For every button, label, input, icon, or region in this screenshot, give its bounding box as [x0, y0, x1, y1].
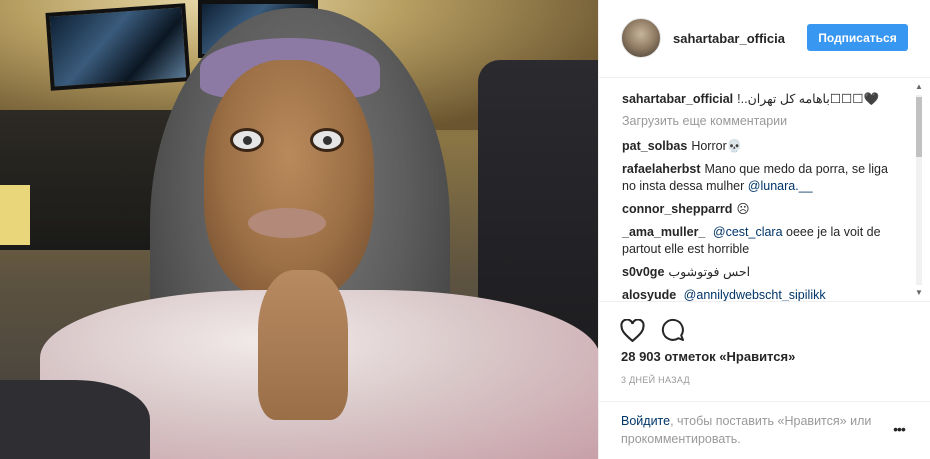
comment-username[interactable]: connor_shepparrd: [622, 202, 732, 216]
post-sidebar: sahartabar_officia Подписаться sahartaba…: [598, 0, 930, 459]
likes-count[interactable]: 28 903 отметок «Нравится»: [621, 349, 795, 364]
comment-item: pat_solbas Horror💀: [622, 138, 898, 155]
comment-text: Horror💀: [691, 139, 743, 153]
comment-username[interactable]: pat_solbas: [622, 139, 687, 153]
comment-item: rafaelaherbst Mano que medo da porra, se …: [622, 161, 898, 195]
photo-eye: [310, 128, 344, 152]
comment-bubble-icon-svg: [661, 318, 684, 341]
scroll-up-arrow-icon[interactable]: ▲: [915, 83, 923, 91]
login-link[interactable]: Войдите: [621, 414, 670, 428]
post-timestamp[interactable]: 3 ДНЕЙ НАЗАД: [621, 375, 690, 385]
comment-username[interactable]: _ama_muller_: [622, 225, 705, 239]
post-photo[interactable]: [0, 0, 598, 459]
caption: sahartabar_official !..باهامه کل تهران☐☐☐…: [622, 91, 898, 108]
comment-item: alosyude @annilydwebscht_sipilikk: [622, 287, 898, 301]
comment-username[interactable]: alosyude: [622, 288, 676, 301]
comments-scrollbar[interactable]: ▲ ▼: [914, 79, 924, 301]
photo-face: [204, 60, 374, 300]
photo-background-light: [0, 185, 30, 245]
photo-arm: [0, 380, 150, 459]
avatar[interactable]: [621, 18, 661, 58]
photo-background-screen: [45, 3, 191, 91]
comment-text: احس فوتوشوب: [668, 265, 751, 279]
header-username[interactable]: sahartabar_officia: [673, 31, 785, 46]
post-footer: Войдите, чтобы поставить «Нравится» или …: [599, 401, 930, 459]
heart-icon[interactable]: [618, 316, 646, 344]
photo-lips: [248, 208, 326, 238]
comment-username[interactable]: rafaelaherbst: [622, 162, 701, 176]
post-header: sahartabar_officia Подписаться: [599, 0, 930, 78]
scroll-down-arrow-icon[interactable]: ▼: [915, 289, 923, 297]
heart-icon-svg: [619, 318, 645, 342]
scrollbar-thumb[interactable]: [916, 97, 922, 157]
comment-item: s0v0ge احس فوتوشوب: [622, 264, 898, 281]
instagram-post: sahartabar_officia Подписаться sahartaba…: [0, 0, 930, 459]
caption-username[interactable]: sahartabar_official: [622, 92, 733, 106]
post-actions: 28 903 отметок «Нравится» 3 ДНЕЙ НАЗАД: [599, 301, 930, 411]
comment-bubble-icon[interactable]: [659, 316, 687, 344]
load-more-comments-link[interactable]: Загрузить еще комментарии: [622, 114, 898, 128]
comments-panel: sahartabar_official !..باهامه کل تهران☐☐☐…: [599, 79, 930, 302]
caption-text: !..باهامه کل تهران☐☐☐🖤: [737, 92, 880, 106]
more-dots-icon[interactable]: •••: [889, 422, 909, 438]
comment-mention-link[interactable]: @annilydwebscht_sipilikk: [684, 288, 826, 301]
photo-hand: [258, 270, 348, 420]
comment-item: _ama_muller_ @cest_clara oeee je la voit…: [622, 224, 898, 258]
comment-mention-link[interactable]: @lunara.__: [748, 179, 813, 193]
comment-mention-link[interactable]: @cest_clara: [713, 225, 783, 239]
login-prompt: Войдите, чтобы поставить «Нравится» или …: [621, 412, 881, 448]
comment-item: connor_shepparrd ☹: [622, 201, 898, 218]
comment-text: ☹: [736, 202, 750, 216]
photo-eye: [230, 128, 264, 152]
follow-button[interactable]: Подписаться: [807, 24, 908, 51]
comment-username[interactable]: s0v0ge: [622, 265, 664, 279]
comment-list: sahartabar_official !..باهامه کل تهران☐☐☐…: [622, 91, 898, 301]
